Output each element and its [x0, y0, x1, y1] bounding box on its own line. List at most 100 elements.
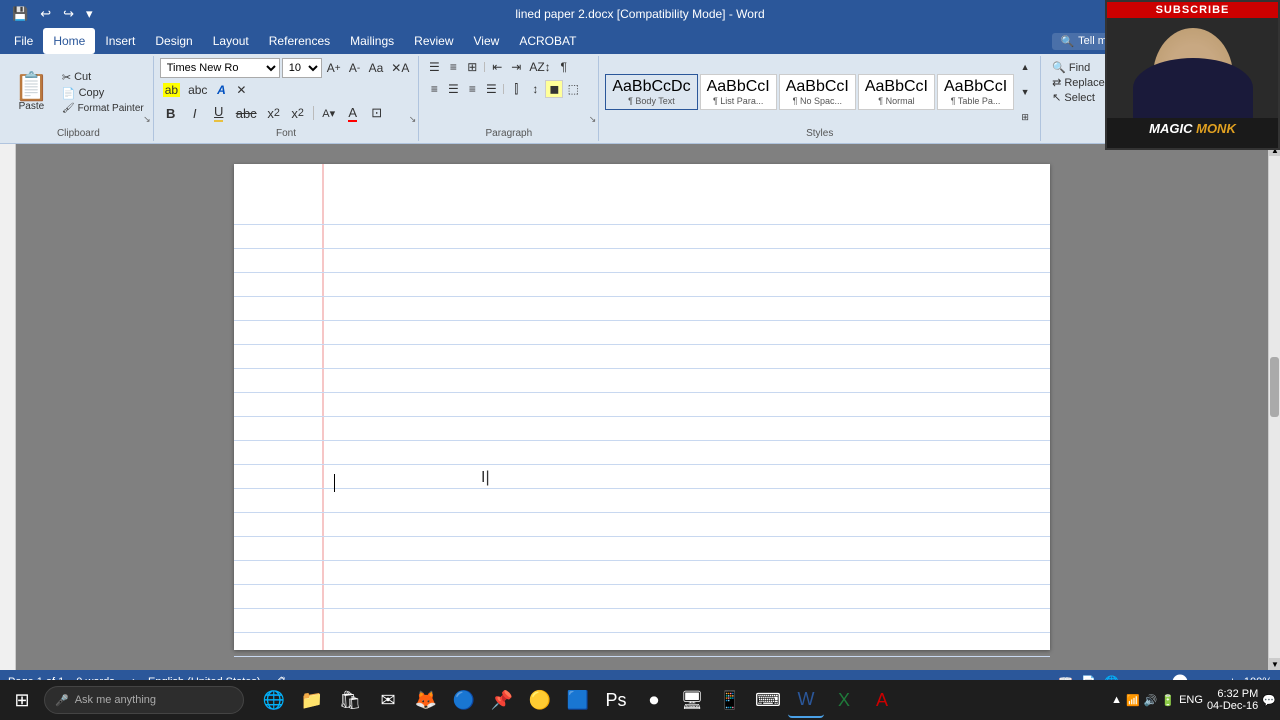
taskbar-photoshop-icon[interactable]: Ps — [598, 682, 634, 718]
shading-button[interactable]: ◼ — [545, 80, 563, 98]
find-button[interactable]: 🔍 Find — [1049, 60, 1108, 75]
document-scroll-area[interactable]: I| — [16, 144, 1268, 670]
columns-button[interactable]: ⫿ — [507, 80, 525, 98]
superscript-button[interactable]: x2 — [287, 102, 309, 124]
italic-button[interactable]: I — [184, 102, 206, 124]
paragraph-expand[interactable]: ↘ — [589, 114, 597, 125]
paper-line — [234, 608, 1050, 609]
scrollbar-track[interactable] — [1269, 156, 1280, 658]
action-center-icon[interactable]: 💬 — [1262, 694, 1276, 707]
style-table-para[interactable]: AaBbCcI ¶ Table Pa... — [937, 74, 1014, 110]
taskbar-store-icon[interactable]: 🛍 — [332, 682, 368, 718]
menu-insert[interactable]: Insert — [95, 28, 145, 54]
taskbar-folder-icon[interactable]: 📁 — [294, 682, 330, 718]
taskbar-app8[interactable]: 🟦 — [560, 682, 596, 718]
align-center-button[interactable]: ☰ — [444, 80, 462, 98]
taskbar-acrobat-icon[interactable]: A — [864, 682, 900, 718]
style-no-spacing[interactable]: AaBbCcI ¶ No Spac... — [779, 74, 856, 110]
bullets-button[interactable]: ☰ — [425, 58, 443, 76]
taskbar-sticky-icon[interactable]: 📌 — [484, 682, 520, 718]
tray-volume-icon[interactable]: 🔊 — [1144, 694, 1158, 707]
increase-indent-button[interactable]: ⇥ — [507, 58, 525, 76]
text-shading-button[interactable]: A▾ — [318, 102, 340, 124]
font-grow-button[interactable]: A+ — [324, 59, 344, 77]
underline-button[interactable]: U — [208, 102, 230, 124]
tray-language[interactable]: ENG — [1179, 694, 1203, 706]
menu-acrobat[interactable]: ACROBAT — [509, 28, 586, 54]
sort-button[interactable]: AZ↕ — [526, 58, 553, 76]
copy-button[interactable]: 📄 Copy — [59, 86, 147, 101]
redo-button[interactable]: ↪ — [59, 4, 78, 24]
phonetic-guide-button[interactable]: abc — [185, 81, 210, 99]
tray-battery-icon[interactable]: 🔋 — [1161, 694, 1175, 707]
menu-view[interactable]: View — [464, 28, 510, 54]
taskbar-keyboard-icon[interactable]: ⌨ — [750, 682, 786, 718]
subscribe-bar[interactable]: SUBSCRIBE — [1107, 2, 1278, 18]
taskbar-excel-icon[interactable]: X — [826, 682, 862, 718]
show-formatting-button[interactable]: ¶ — [555, 58, 573, 76]
menu-home[interactable]: Home — [43, 28, 95, 54]
font-shrink-button[interactable]: A- — [346, 59, 364, 77]
align-right-button[interactable]: ≡ — [463, 80, 481, 98]
taskbar-app7[interactable]: 🟡 — [522, 682, 558, 718]
font-expand[interactable]: ↘ — [409, 114, 417, 125]
style-body-text[interactable]: AaBbCcDc ¶ Body Text — [605, 74, 697, 110]
paste-button[interactable]: 📋 Paste — [10, 71, 53, 114]
scrollbar-thumb[interactable] — [1270, 357, 1279, 417]
font-size-select[interactable]: 10 — [282, 58, 322, 78]
scroll-down-arrow[interactable]: ▼ — [1269, 658, 1280, 670]
format-painter-button[interactable]: 🖌 Format Painter — [59, 102, 147, 115]
replace-button[interactable]: ⇄ Replace — [1049, 75, 1108, 90]
taskbar-mail-icon[interactable]: ✉ — [370, 682, 406, 718]
styles-scroll-down[interactable]: ▼ — [1016, 83, 1034, 101]
font-color-button[interactable]: A — [342, 102, 364, 124]
styles-expand[interactable]: ⊞ — [1016, 108, 1034, 126]
change-case-button[interactable]: Aa — [366, 59, 387, 77]
subscript-button[interactable]: x2 — [263, 102, 285, 124]
menu-design[interactable]: Design — [145, 28, 202, 54]
document-page[interactable]: I| — [234, 164, 1050, 650]
menu-mailings[interactable]: Mailings — [340, 28, 404, 54]
decrease-indent-button[interactable]: ⇤ — [488, 58, 506, 76]
menu-review[interactable]: Review — [404, 28, 463, 54]
multilevel-list-button[interactable]: ⊞ — [463, 58, 481, 76]
strikethrough-button[interactable]: abc — [232, 102, 261, 124]
customize-qat-button[interactable]: ▾ — [82, 4, 97, 24]
taskbar-word-icon[interactable]: W — [788, 682, 824, 718]
char-border-button[interactable]: ⊡ — [366, 102, 388, 124]
styles-scroll-up[interactable]: ▲ — [1016, 58, 1034, 76]
tray-show-hidden[interactable]: ▲ — [1111, 694, 1122, 706]
justify-button[interactable]: ☰ — [482, 80, 500, 98]
save-button[interactable]: 💾 — [8, 4, 32, 24]
highlight-color-button[interactable]: ab — [160, 81, 183, 99]
menu-layout[interactable]: Layout — [203, 28, 259, 54]
cut-button[interactable]: ✂ Cut — [59, 70, 147, 85]
paper-line — [234, 440, 1050, 441]
vertical-scrollbar[interactable]: ▲ ▼ — [1268, 144, 1280, 670]
align-left-button[interactable]: ≡ — [425, 80, 443, 98]
tray-network-icon[interactable]: 📶 — [1126, 694, 1140, 707]
font-family-select[interactable]: Times New Ro — [160, 58, 280, 78]
borders-button[interactable]: ⬚ — [564, 80, 582, 98]
taskbar-record-icon[interactable]: ⏺ — [636, 682, 672, 718]
menu-file[interactable]: File — [4, 28, 43, 54]
numbering-button[interactable]: ≡ — [444, 58, 462, 76]
menu-references[interactable]: References — [259, 28, 340, 54]
undo-button[interactable]: ↩ — [36, 4, 55, 24]
taskbar-chrome-icon[interactable]: 🔵 — [446, 682, 482, 718]
taskbar-app12[interactable]: 📱 — [712, 682, 748, 718]
style-normal[interactable]: AaBbCcI ¶ Normal — [858, 74, 935, 110]
line-spacing-button[interactable]: ↕ — [526, 80, 544, 98]
taskbar-search[interactable]: 🎤 Ask me anything — [44, 686, 244, 714]
clipboard-expand[interactable]: ↘ — [143, 114, 151, 125]
start-button[interactable]: ⊞ — [4, 682, 40, 718]
taskbar-edge-icon[interactable]: 🌐 — [256, 682, 292, 718]
clear-format-button[interactable]: ✕A — [388, 59, 412, 77]
style-list-para[interactable]: AaBbCcI ¶ List Para... — [700, 74, 777, 110]
text-effects-button[interactable]: A — [212, 81, 230, 99]
taskbar-monitor-icon[interactable]: 🖥 — [674, 682, 710, 718]
text-highlight-button[interactable]: ✕ — [232, 81, 250, 99]
taskbar-firefox-icon[interactable]: 🦊 — [408, 682, 444, 718]
select-button[interactable]: ↖ Select — [1049, 90, 1108, 105]
bold-button[interactable]: B — [160, 102, 182, 124]
